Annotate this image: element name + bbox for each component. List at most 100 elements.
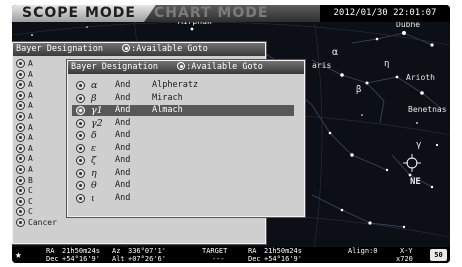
list-item[interactable]: A — [16, 111, 57, 123]
list-item[interactable]: A — [16, 164, 57, 176]
available-goto-icon — [76, 156, 85, 165]
list-item[interactable]: δ And — [72, 130, 294, 141]
constellation-list: A A A A A A A A A A A B C C C Cancer — [16, 59, 57, 229]
ra-label: RA — [46, 247, 55, 255]
list-item-label: A — [28, 122, 33, 132]
alt-value: +07°26'6' — [128, 255, 166, 263]
list-item[interactable]: α And Alpheratz — [72, 80, 294, 91]
list-item[interactable]: A — [16, 154, 57, 165]
list-item[interactable]: β And Mirach — [72, 93, 294, 104]
available-goto-icon — [122, 44, 131, 52]
bayer-greek-letter: α — [91, 80, 98, 91]
star-label-benetnas: Benetnas — [408, 105, 447, 114]
list-item[interactable]: A — [16, 101, 57, 112]
list-item[interactable]: γ2 And — [72, 118, 294, 129]
list-item[interactable]: A — [16, 59, 57, 70]
bayer-greek-letter: δ — [91, 130, 97, 141]
star-name: Almach — [152, 105, 183, 115]
available-goto-icon — [16, 101, 25, 111]
available-goto-icon — [16, 164, 25, 174]
list-item[interactable]: A — [16, 133, 57, 144]
list-item[interactable]: C — [16, 196, 57, 208]
constellation-abbrev: And — [115, 105, 131, 115]
dialog-title: Bayer Designation — [71, 62, 158, 72]
list-item[interactable]: A — [16, 69, 57, 81]
list-item[interactable]: A — [16, 122, 57, 134]
bayer-greek-letter: β — [91, 92, 97, 104]
xy-zoom-button[interactable]: 50 — [430, 249, 447, 261]
status-bar: ★ RA 21h50m24s Az 336°07'1' Dec +54°16'9… — [12, 247, 450, 263]
dec-label: Dec — [46, 255, 59, 263]
star-label-aris: aris — [312, 61, 332, 70]
list-item-label: A — [28, 80, 33, 90]
available-goto-icon — [76, 118, 85, 128]
ra-value: 21h50m24s — [62, 247, 100, 255]
bayer-greek-letter: ζ — [91, 155, 97, 166]
list-item-label: A — [28, 69, 33, 79]
available-goto-icon — [76, 81, 85, 90]
az-value: 336°07'1' — [128, 247, 166, 255]
tab-chart-mode[interactable]: CHART MODE — [144, 5, 340, 22]
available-goto-icon — [76, 93, 85, 103]
list-item[interactable]: B — [16, 175, 57, 187]
list-item[interactable]: η And — [72, 168, 294, 179]
list-item-label: B — [28, 175, 33, 185]
constellation-abbrev: And — [115, 117, 131, 128]
available-goto-icon — [76, 168, 85, 178]
constellation-abbrev: And — [115, 167, 131, 178]
bayer-greek-letter: ι — [91, 192, 95, 204]
available-goto-icon — [16, 175, 25, 185]
alt-label: Alt — [112, 255, 125, 263]
list-item[interactable]: θ And — [72, 180, 294, 191]
list-item-label: A — [28, 111, 33, 121]
available-goto-icon — [16, 154, 25, 164]
constellation-abbrev: And — [115, 155, 131, 165]
bayer-greek-letter: γ2 — [91, 117, 103, 129]
available-goto-icon — [16, 69, 25, 79]
list-item[interactable]: C — [16, 186, 57, 197]
list-item-label: C — [28, 207, 33, 217]
target-ra-value: 21h50m24s — [264, 247, 302, 255]
constellation-abbrev: And — [115, 80, 131, 90]
datetime-display: 2012/01/30 22:01:07 — [320, 5, 450, 22]
bayer-greek-letter: ε — [91, 142, 97, 154]
align-status: Align:0 — [348, 247, 378, 255]
greek-gamma-label: γ — [416, 140, 422, 150]
target-ra-label: RA — [248, 247, 257, 255]
list-item-label: A — [28, 90, 33, 100]
dialog-title-bar: Bayer Designation :Available Goto — [13, 43, 265, 56]
list-item-label: A — [28, 143, 33, 153]
available-goto-icon — [16, 90, 25, 100]
list-item[interactable]: ε And — [72, 143, 294, 154]
available-goto-icon — [16, 133, 25, 143]
list-item-label: Cancer — [28, 217, 57, 227]
xy-zoom-value: x720 — [396, 255, 413, 263]
star-name: Alpheratz — [152, 80, 199, 90]
list-item[interactable]: ι And — [72, 193, 294, 204]
available-goto-icon — [76, 131, 85, 140]
dialog-title: Bayer Designation — [16, 44, 103, 54]
bayer-greek-letter: η — [91, 167, 97, 179]
constellation-abbrev: And — [115, 192, 131, 203]
list-item[interactable]: A — [16, 90, 57, 102]
bayer-greek-letter: θ — [91, 180, 97, 191]
list-item[interactable]: ζ And — [72, 155, 294, 166]
list-item[interactable]: Cancer — [16, 217, 57, 229]
available-goto-icon — [76, 143, 85, 153]
available-goto-icon — [16, 186, 25, 196]
list-item-label: C — [28, 186, 33, 196]
target-label: TARGET — [202, 247, 228, 255]
available-goto-icon — [16, 80, 25, 90]
list-item-label: C — [28, 196, 33, 206]
telescope-screen: Mirphak Dubhe aris Arioth Benetnas NE α … — [12, 5, 450, 263]
list-item-selected[interactable]: γ1 And Almach — [72, 105, 294, 116]
list-item-label: A — [28, 133, 33, 143]
list-item[interactable]: C — [16, 207, 57, 218]
dec-value: +54°16'9' — [62, 255, 100, 263]
list-item[interactable]: A — [16, 80, 57, 91]
telescope-status-icon: ★ — [15, 248, 22, 261]
list-item[interactable]: A — [16, 143, 57, 155]
available-goto-icon — [16, 143, 25, 153]
star-label-arioth: Arioth — [406, 73, 435, 82]
star-name: Mirach — [152, 92, 183, 103]
